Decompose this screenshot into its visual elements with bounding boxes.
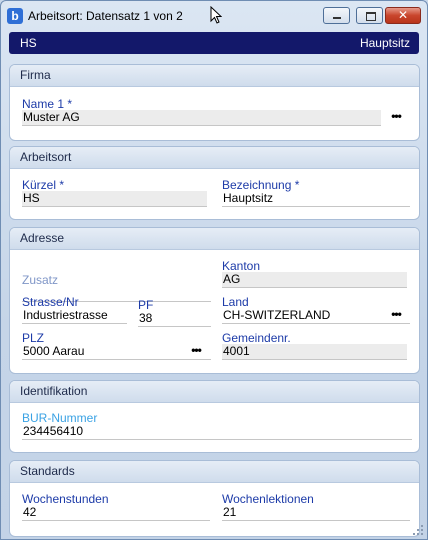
wochenstunden-input[interactable]: 42 — [22, 505, 210, 521]
pf-field: PF 38 — [138, 298, 211, 328]
maximize-button[interactable] — [356, 7, 383, 24]
bur-nummer-label: BUR-Nummer — [22, 411, 98, 425]
gemeindenr-field: Gemeindenr. 4001 — [222, 331, 407, 361]
section-standards: Standards Wochenstunden 42 Wochenlektion… — [9, 460, 420, 537]
window-title: Arbeitsort: Datensatz 1 von 2 — [28, 9, 183, 23]
wochenlektionen-label: Wochenlektionen — [222, 492, 314, 506]
section-arbeitsort: Arbeitsort Kürzel * HS Bezeichnung * Hau… — [9, 146, 420, 220]
name1-label: Name 1 * — [22, 97, 73, 111]
app-logo-icon: b — [7, 8, 23, 24]
kuerzel-label: Kürzel * — [22, 178, 65, 192]
zusatz-label: Zusatz — [22, 273, 59, 287]
close-button[interactable]: ✕ — [385, 7, 421, 24]
land-lookup-button[interactable]: ••• — [389, 308, 403, 323]
kanton-field: Kanton AG — [222, 259, 407, 289]
plz-field: PLZ 5000 Aarau ••• — [22, 331, 211, 361]
kanton-input[interactable]: AG — [222, 272, 407, 288]
wochenstunden-field: Wochenstunden 42 — [22, 492, 210, 522]
wochenlektionen-field: Wochenlektionen 21 — [222, 492, 410, 522]
record-name: Hauptsitz — [359, 36, 410, 50]
mouse-cursor-icon — [210, 6, 222, 24]
maximize-icon — [366, 12, 376, 21]
section-title-arbeitsort: Arbeitsort — [10, 147, 419, 169]
dialog-window: b Arbeitsort: Datensatz 1 von 2 ✕ HS Hau… — [0, 0, 428, 540]
strasse-label: Strasse/Nr — [22, 295, 79, 309]
section-title-standards: Standards — [10, 461, 419, 483]
plz-label: PLZ — [22, 331, 45, 345]
name1-input[interactable]: Muster AG — [22, 110, 381, 126]
close-icon: ✕ — [397, 8, 409, 22]
minimize-button[interactable] — [323, 7, 350, 24]
section-title-adresse: Adresse — [10, 228, 419, 250]
land-field: Land CH-SWITZERLAND ••• — [222, 295, 410, 325]
record-code: HS — [20, 36, 37, 50]
minimize-icon — [333, 17, 341, 19]
section-adresse: Adresse Zusatz Kanton AG Strasse/Nr Indu… — [9, 227, 420, 374]
kanton-label: Kanton — [222, 259, 261, 273]
pf-input[interactable]: 38 — [138, 311, 211, 327]
resize-grip-icon[interactable] — [412, 524, 424, 536]
bezeichnung-input[interactable]: Hauptsitz — [222, 191, 410, 207]
name1-lookup-button[interactable]: ••• — [389, 110, 403, 125]
wochenstunden-label: Wochenstunden — [22, 492, 109, 506]
bezeichnung-label: Bezeichnung * — [222, 178, 300, 192]
bur-nummer-input[interactable]: 234456410 — [22, 424, 412, 440]
strasse-field: Strasse/Nr Industriestrasse — [22, 295, 127, 325]
kuerzel-input[interactable]: HS — [22, 191, 207, 207]
pf-label: PF — [138, 298, 154, 312]
gemeindenr-input[interactable]: 4001 — [222, 344, 407, 360]
land-label: Land — [222, 295, 249, 309]
gemeindenr-label: Gemeindenr. — [222, 331, 291, 345]
section-firma: Firma Name 1 * Muster AG ••• — [9, 64, 420, 141]
plz-input[interactable]: 5000 Aarau — [22, 344, 211, 360]
name1-field: Name 1 * Muster AG ••• — [22, 97, 407, 127]
land-input[interactable]: CH-SWITZERLAND — [222, 308, 410, 324]
strasse-input[interactable]: Industriestrasse — [22, 308, 127, 324]
kuerzel-field: Kürzel * HS — [22, 178, 207, 208]
title-bar[interactable]: b Arbeitsort: Datensatz 1 von 2 ✕ — [1, 1, 427, 31]
section-identifikation: Identifikation BUR-Nummer 234456410 — [9, 380, 420, 453]
section-title-firma: Firma — [10, 65, 419, 87]
record-header-bar: HS Hauptsitz — [9, 32, 419, 54]
section-title-identifikation: Identifikation — [10, 381, 419, 403]
bezeichnung-field: Bezeichnung * Hauptsitz — [222, 178, 410, 208]
wochenlektionen-input[interactable]: 21 — [222, 505, 410, 521]
bur-nummer-field: BUR-Nummer 234456410 — [22, 411, 412, 441]
plz-lookup-button[interactable]: ••• — [189, 344, 203, 359]
